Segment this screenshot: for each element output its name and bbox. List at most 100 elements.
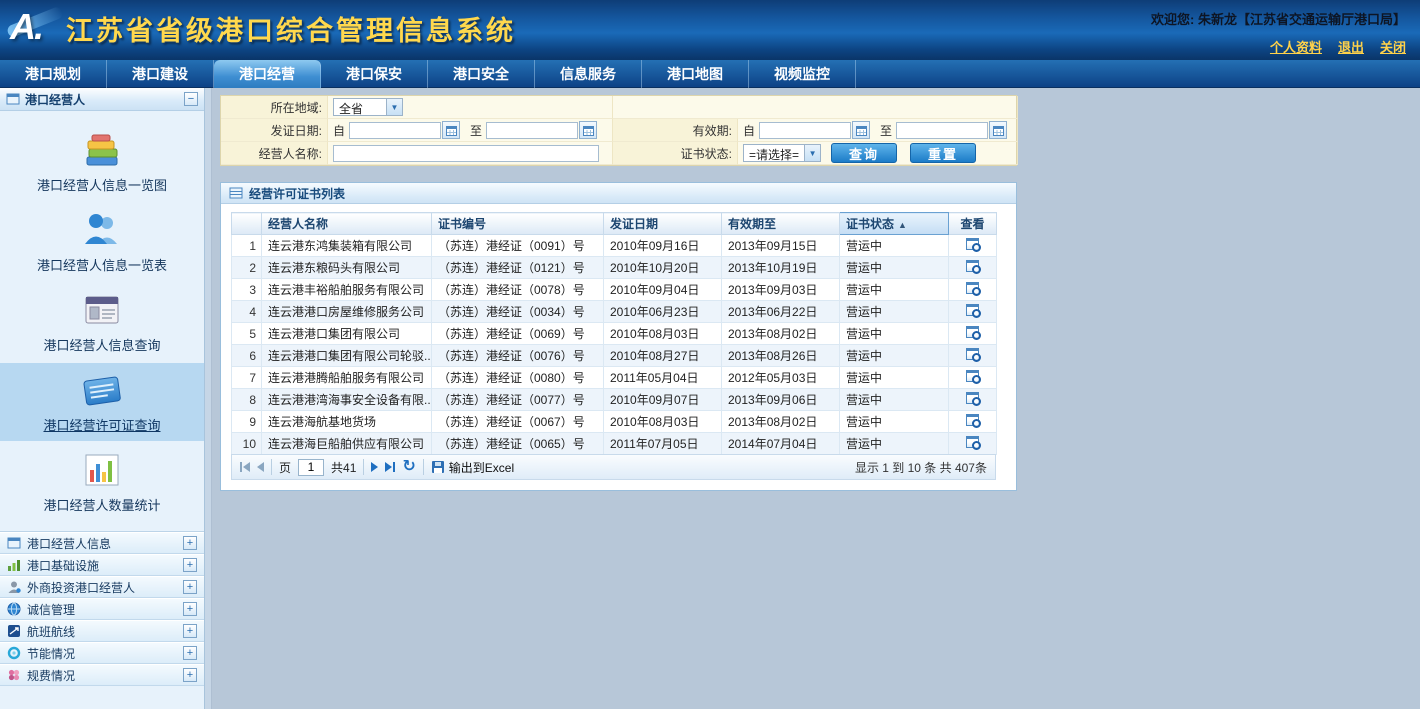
prev-page-button[interactable] (257, 462, 264, 472)
view-button[interactable] (966, 260, 979, 272)
pagination-summary: 显示 1 到 10 条 共 407条 (855, 459, 987, 476)
operator-name-input[interactable] (333, 145, 599, 162)
sidebar-group-energy-saving[interactable]: 节能情况 + (0, 642, 204, 664)
status-select[interactable]: =请选择= ▼ (743, 144, 821, 162)
table-row[interactable]: 5 连云港港口集团有限公司 （苏连）港经证（0069）号 2010年08月03日… (232, 323, 997, 345)
expand-button[interactable]: + (183, 558, 197, 572)
issue-date-from-input[interactable] (349, 122, 441, 139)
nav-tab-info-service[interactable]: 信息服务 (535, 60, 642, 88)
issue-date-fields: 自 至 (328, 119, 613, 142)
sidebar-item-operator-overview-chart[interactable]: 港口经营人信息一览图 (0, 123, 204, 201)
expand-button[interactable]: + (183, 646, 197, 660)
sidebar-item-operator-statistics[interactable]: 港口经营人数量统计 (0, 443, 204, 521)
table-row[interactable]: 4 连云港港口房屋维修服务公司 （苏连）港经证（0034）号 2010年06月2… (232, 301, 997, 323)
calendar-button[interactable] (442, 121, 460, 139)
foreign-investor-icon (7, 580, 21, 594)
view-button[interactable] (966, 348, 979, 360)
sidebar-splitter[interactable] (205, 88, 212, 709)
from-label: 自 (743, 122, 755, 139)
page-label: 页 (279, 459, 291, 476)
sidebar-group-flight-routes[interactable]: 航班航线 + (0, 620, 204, 642)
profile-link[interactable]: 个人资料 (1270, 37, 1322, 56)
status-select-value: =请选择= (744, 145, 804, 161)
refresh-icon[interactable]: ↻ (402, 459, 415, 475)
save-disk-icon (431, 460, 445, 474)
column-header-status[interactable]: 证书状态▲ (840, 213, 949, 235)
table-row[interactable]: 1 连云港东鸿集装箱有限公司 （苏连）港经证（0091）号 2010年09月16… (232, 235, 997, 257)
sidebar-item-operator-info-query[interactable]: 港口经营人信息查询 (0, 283, 204, 361)
nav-tab-port-map[interactable]: 港口地图 (642, 60, 749, 88)
column-header-cert-no[interactable]: 证书编号 (432, 213, 604, 235)
nav-tab-video-monitor[interactable]: 视频监控 (749, 60, 856, 88)
close-link[interactable]: 关闭 (1380, 37, 1406, 56)
calendar-icon (993, 125, 1004, 136)
sidebar-group-integrity-management[interactable]: 诚信管理 + (0, 598, 204, 620)
nav-tab-port-planning[interactable]: 港口规划 (0, 60, 107, 88)
sidebar-group-fees[interactable]: 规费情况 + (0, 664, 204, 686)
last-page-button[interactable] (385, 462, 395, 472)
next-page-button[interactable] (371, 462, 378, 472)
view-button[interactable] (966, 282, 979, 294)
results-panel-header: 经营许可证书列表 (221, 183, 1016, 204)
table-row[interactable]: 10 连云港海巨船舶供应有限公司 （苏连）港经证（0065）号 2011年07月… (232, 433, 997, 455)
view-button[interactable] (966, 326, 979, 338)
view-button[interactable] (966, 392, 979, 404)
expand-button[interactable]: + (183, 624, 197, 638)
sidebar-group-operator-info[interactable]: 港口经营人信息 + (0, 532, 204, 554)
calendar-button[interactable] (989, 121, 1007, 139)
view-button[interactable] (966, 370, 979, 382)
valid-date-to-input[interactable] (896, 122, 988, 139)
sidebar-group-port-infrastructure[interactable]: 港口基础设施 + (0, 554, 204, 576)
column-header-valid-to[interactable]: 有效期至 (722, 213, 840, 235)
calendar-button[interactable] (579, 121, 597, 139)
view-button[interactable] (966, 436, 979, 448)
first-page-button[interactable] (240, 462, 250, 472)
valid-date-from-input[interactable] (759, 122, 851, 139)
table-row[interactable]: 7 连云港港腾船舶服务有限公司 （苏连）港经证（0080）号 2011年05月0… (232, 367, 997, 389)
expand-button[interactable]: + (183, 602, 197, 616)
table-row[interactable]: 8 连云港港湾海事安全设备有限... （苏连）港经证（0077）号 2010年0… (232, 389, 997, 411)
region-field: 全省 ▼ (328, 96, 613, 119)
table-row[interactable]: 6 连云港港口集团有限公司轮驳... （苏连）港经证（0076）号 2010年0… (232, 345, 997, 367)
sidebar-panel-header[interactable]: 港口经营人 − (0, 88, 204, 111)
pagination-bar: 页 共41 ↻ 输出到Excel (231, 454, 996, 480)
column-header-name[interactable]: 经营人名称 (262, 213, 432, 235)
view-button[interactable] (966, 414, 979, 426)
table-row[interactable]: 3 连云港丰裕船舶服务有限公司 （苏连）港经证（0078）号 2010年09月0… (232, 279, 997, 301)
bar-chart-icon (0, 449, 204, 491)
calendar-button[interactable] (852, 121, 870, 139)
table-row[interactable]: 9 连云港海航基地货场 （苏连）港经证（0067）号 2010年08月03日 2… (232, 411, 997, 433)
view-button[interactable] (966, 304, 979, 316)
query-button[interactable]: 查询 (831, 143, 897, 163)
fees-icon (7, 668, 21, 682)
expand-button[interactable]: + (183, 536, 197, 550)
main-content: 所在地域: 全省 ▼ 发证日期: 自 (212, 88, 1420, 709)
main-nav: 港口规划 港口建设 港口经营 港口保安 港口安全 信息服务 港口地图 视频监控 (0, 60, 1420, 88)
reset-button[interactable]: 重置 (910, 143, 976, 163)
expand-button[interactable]: + (183, 580, 197, 594)
sidebar-group-foreign-invested-operators[interactable]: 外商投资港口经营人 + (0, 576, 204, 598)
nav-tab-port-construction[interactable]: 港口建设 (107, 60, 214, 88)
logout-link[interactable]: 退出 (1338, 37, 1364, 56)
sidebar-item-operator-overview-table[interactable]: 港口经营人信息一览表 (0, 203, 204, 281)
page-number-input[interactable] (298, 459, 324, 476)
export-excel-button[interactable]: 输出到Excel (431, 459, 514, 476)
license-table: 经营人名称 证书编号 发证日期 有效期至 证书状态▲ 查看 1 连云港东鸿集装箱… (231, 212, 997, 455)
nav-tab-port-operation[interactable]: 港口经营 (214, 60, 321, 88)
sidebar: 港口经营人 − 港口经营人信息一览图 (0, 88, 205, 709)
validity-fields: 自 至 (738, 119, 1018, 142)
grid-window-icon (7, 536, 21, 550)
nav-tab-port-security[interactable]: 港口保安 (321, 60, 428, 88)
from-label: 自 (333, 122, 345, 139)
issue-date-to-input[interactable] (486, 122, 578, 139)
expand-button[interactable]: + (183, 668, 197, 682)
issue-date-label: 发证日期: (221, 119, 328, 142)
sidebar-menu: 港口经营人信息一览图 港口经营人信息一览表 (0, 111, 204, 523)
sidebar-item-operator-license-query[interactable]: 港口经营许可证查询 (0, 363, 204, 441)
column-header-issue-date[interactable]: 发证日期 (604, 213, 722, 235)
table-row[interactable]: 2 连云港东粮码头有限公司 （苏连）港经证（0121）号 2010年10月20日… (232, 257, 997, 279)
region-select[interactable]: 全省 ▼ (333, 98, 403, 116)
view-button[interactable] (966, 238, 979, 250)
collapse-button[interactable]: − (184, 92, 198, 106)
nav-tab-port-safety[interactable]: 港口安全 (428, 60, 535, 88)
